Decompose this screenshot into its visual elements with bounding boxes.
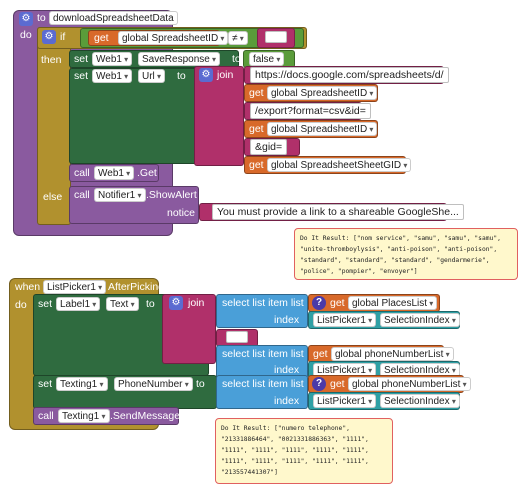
when-keyword: when <box>15 281 41 293</box>
call-keyword: call <box>38 410 54 422</box>
select-list-item-keyword: select list item list <box>222 378 304 390</box>
index-keyword: index <box>274 314 300 326</box>
component-dropdown[interactable]: ListPicker1 <box>313 313 377 327</box>
property-dropdown[interactable]: Url <box>138 69 166 83</box>
do-it-result-text: Do It Result: ["numero telephone", "2133… <box>221 425 369 476</box>
method-label: .Get <box>137 167 157 179</box>
select-list-item-keyword: select list item list <box>222 348 304 360</box>
component-dropdown[interactable]: Label1 <box>56 297 101 311</box>
call-keyword: call <box>74 167 90 179</box>
text-field[interactable]: /export?format=csv&id= <box>250 103 371 119</box>
method-name: Get <box>139 167 157 179</box>
component-dropdown[interactable]: ListPicker1 <box>43 280 107 294</box>
then-keyword: then <box>41 54 62 66</box>
component-dropdown[interactable]: Notifier1 <box>94 188 146 202</box>
component-dropdown[interactable]: Texting1 <box>58 409 110 423</box>
text-field[interactable]: https://docs.google.com/spreadsheets/d/ <box>250 67 449 83</box>
gear-icon[interactable]: ⚙ <box>19 12 33 26</box>
component-dropdown[interactable]: Web1 <box>92 69 133 83</box>
get-keyword: get <box>94 32 109 44</box>
component-dropdown[interactable]: ListPicker1 <box>313 394 377 408</box>
to-keyword: to <box>196 378 205 390</box>
variable-dropdown[interactable]: global SpreadsheetSheetGID <box>267 158 412 172</box>
variable-dropdown[interactable]: global phoneNumberList <box>348 377 471 391</box>
else-keyword: else <box>43 191 63 203</box>
component-dropdown[interactable]: Web1 <box>92 52 133 66</box>
do-it-result-bubble: Do It Result: ["numero telephone", "2133… <box>215 418 393 484</box>
variable-dropdown[interactable]: global PlacesList <box>348 296 438 310</box>
get-keyword: get <box>249 159 264 171</box>
set-keyword: set <box>38 298 53 310</box>
component-dropdown[interactable]: Texting1 <box>56 377 108 391</box>
variable-dropdown[interactable]: global SpreadsheetID <box>118 31 229 45</box>
property-dropdown[interactable]: SelectionIndex <box>380 394 460 408</box>
set-keyword: set <box>74 70 89 82</box>
join-keyword: join <box>217 69 234 81</box>
gear-icon[interactable]: ⚙ <box>199 68 213 82</box>
do-keyword: do <box>20 29 32 41</box>
notice-text-field[interactable]: You must provide a link to a shareable G… <box>212 204 464 220</box>
to-keyword: to <box>146 298 155 310</box>
method-name: ShowAlert <box>148 189 197 201</box>
method-label: .SendMessage <box>110 410 181 422</box>
do-keyword: do <box>15 299 27 311</box>
index-keyword: index <box>274 395 300 407</box>
if-keyword: if <box>60 31 66 43</box>
blocks-workspace[interactable]: ⚙ to downloadSpreadsheetData do ⚙ if get… <box>0 0 526 500</box>
get-keyword: get <box>249 87 264 99</box>
notice-keyword: notice <box>167 207 196 219</box>
method-label: .ShowAlert <box>146 189 197 201</box>
event-name: AfterPicking <box>108 281 165 293</box>
text-field[interactable]: &gid= <box>250 139 288 155</box>
do-it-result-bubble: Do It Result: ["nom service", "samu", "s… <box>294 228 518 280</box>
procedure-name-field[interactable]: downloadSpreadsheetData <box>49 11 178 25</box>
get-keyword: get <box>330 378 345 390</box>
call-keyword: call <box>74 189 90 201</box>
set-keyword: set <box>38 378 53 390</box>
boolean-dropdown[interactable]: false <box>249 52 285 66</box>
set-keyword: set <box>74 53 89 65</box>
compare-operator-dropdown[interactable]: ≠ <box>228 31 248 45</box>
gear-icon[interactable]: ⚙ <box>169 296 183 310</box>
help-icon[interactable]: ? <box>312 377 326 391</box>
method-name: SendMessage <box>112 410 181 422</box>
to-keyword: to <box>37 12 46 24</box>
help-icon[interactable]: ? <box>312 296 326 310</box>
join-keyword: join <box>188 297 205 309</box>
variable-dropdown[interactable]: global SpreadsheetID <box>267 122 378 136</box>
property-dropdown[interactable]: Text <box>106 297 139 311</box>
empty-text-field[interactable] <box>226 331 248 343</box>
property-dropdown[interactable]: SaveResponse <box>138 52 221 66</box>
empty-text-field[interactable] <box>265 31 287 43</box>
to-keyword: to <box>177 70 186 82</box>
component-dropdown[interactable]: Web1 <box>94 166 135 180</box>
get-keyword: get <box>313 348 328 360</box>
select-list-item-keyword: select list item list <box>222 297 304 309</box>
do-it-result-text: Do It Result: ["nom service", "samu", "s… <box>300 235 501 275</box>
gear-icon[interactable]: ⚙ <box>42 30 56 44</box>
get-keyword: get <box>330 297 345 309</box>
variable-dropdown[interactable]: global SpreadsheetID <box>267 86 378 100</box>
to-keyword: to <box>232 53 241 65</box>
variable-dropdown[interactable]: global phoneNumberList <box>331 347 454 361</box>
property-dropdown[interactable]: PhoneNumber <box>114 377 193 391</box>
get-keyword: get <box>249 123 264 135</box>
property-dropdown[interactable]: SelectionIndex <box>380 313 460 327</box>
